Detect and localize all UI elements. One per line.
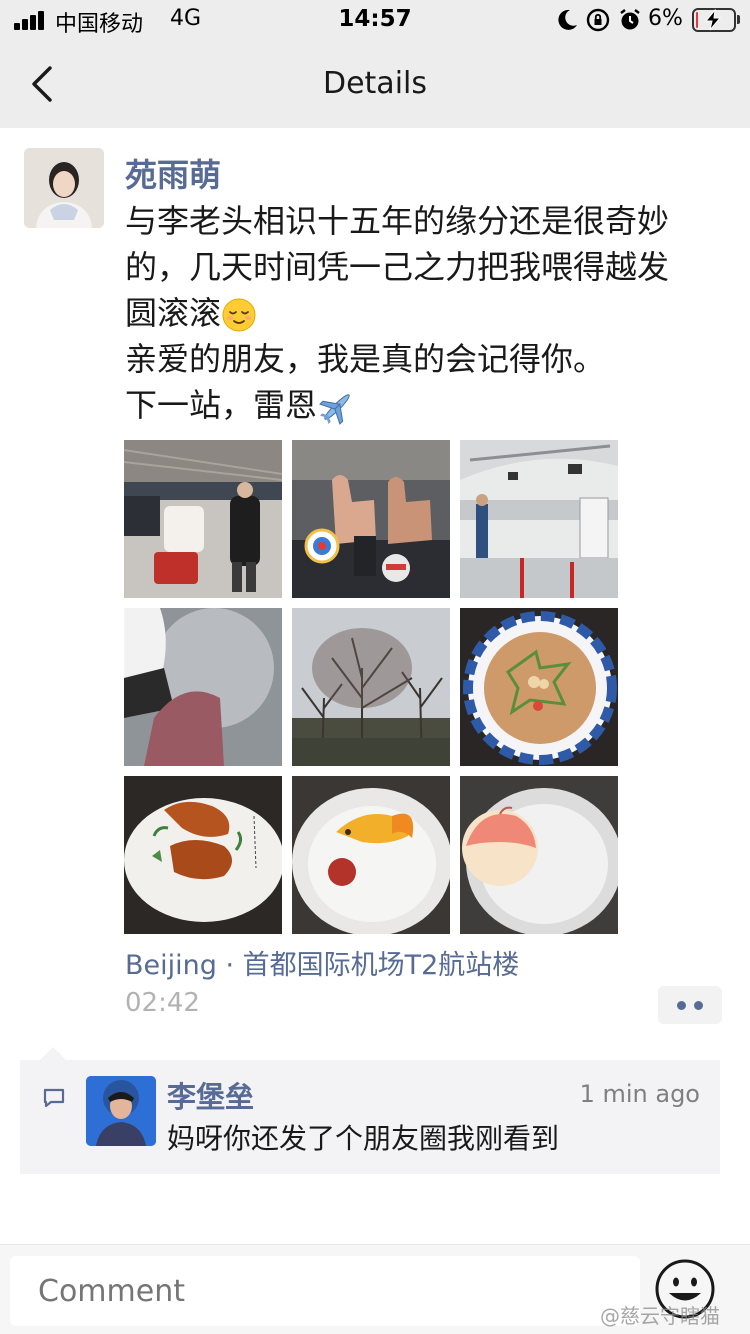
avatar-photo [24, 148, 104, 228]
winter-trees-photo[interactable] [292, 608, 450, 766]
post-line: 下一站，雷恩 [125, 382, 725, 428]
post-line-text: 圆滚滚 [125, 294, 222, 332]
alarm-icon [620, 9, 640, 30]
battery-percent: 6% [648, 6, 683, 31]
comment-time: 1 min ago [579, 1080, 700, 1108]
goldfish-dessert-photo[interactable] [292, 776, 450, 934]
soup-bowl-photo[interactable] [460, 608, 618, 766]
post-line: 圆滚滚 [125, 290, 725, 336]
duck-dish-plate-photo[interactable] [124, 776, 282, 934]
battery-cap [737, 15, 740, 24]
moon-icon [558, 9, 577, 30]
commenter-avatar[interactable] [86, 1076, 156, 1146]
watermark: @慈云守瞎猫 [600, 1304, 720, 1328]
post-line-text: 下一站，雷恩 [125, 386, 318, 424]
page-title: Details [322, 66, 427, 101]
post-line: 亲爱的朋友，我是真的会记得你。 [125, 340, 606, 378]
post-text: 与李老头相识十五年的缘分还是很奇妙 的，几天时间凭一己之力把我喂得越发 圆滚滚 … [125, 198, 725, 428]
status-bar: 中国移动 4G 14:57 6% [0, 0, 750, 40]
post-line: 与李老头相识十五年的缘分还是很奇妙 [125, 202, 670, 240]
comment-icon [43, 1088, 65, 1108]
photo-grid [124, 440, 618, 934]
moments-detail-screen: 中国移动 4G 14:57 6% Details 苑雨萌 与李老头相识十五年的缘… [0, 0, 750, 1334]
comment-text: 妈呀你还发了个朋友圈我刚看到 [167, 1122, 560, 1155]
peach-bun-photo[interactable] [460, 776, 618, 934]
airplane-emoji [319, 394, 350, 425]
avatar-photo [86, 1076, 156, 1146]
post-line: 的，几天时间凭一己之力把我喂得越发 [125, 248, 670, 286]
thumbs-up-hands-photo[interactable] [292, 440, 450, 598]
author-name[interactable]: 苑雨萌 [125, 150, 221, 196]
charging-bolt-icon [704, 9, 722, 31]
relieved-face-emoji [222, 298, 256, 332]
post-time: 02:42 [125, 988, 200, 1018]
author-avatar[interactable] [24, 148, 104, 228]
more-options-button[interactable] [658, 986, 722, 1024]
ground-and-scarf-photo[interactable] [124, 608, 282, 766]
comment-arrow [40, 1047, 66, 1060]
commenter-name[interactable]: 李堡垒 [167, 1074, 254, 1116]
comment-input[interactable] [10, 1256, 640, 1326]
post-location[interactable]: Beijing · 首都国际机场T2航站楼 [125, 943, 519, 982]
airport-shooting-range-photo[interactable] [460, 440, 618, 598]
nav-bar: Details [0, 40, 750, 128]
battery-level [696, 12, 698, 28]
airport-check-in-hall-photo[interactable] [124, 440, 282, 598]
rotation-lock-icon [586, 8, 610, 32]
